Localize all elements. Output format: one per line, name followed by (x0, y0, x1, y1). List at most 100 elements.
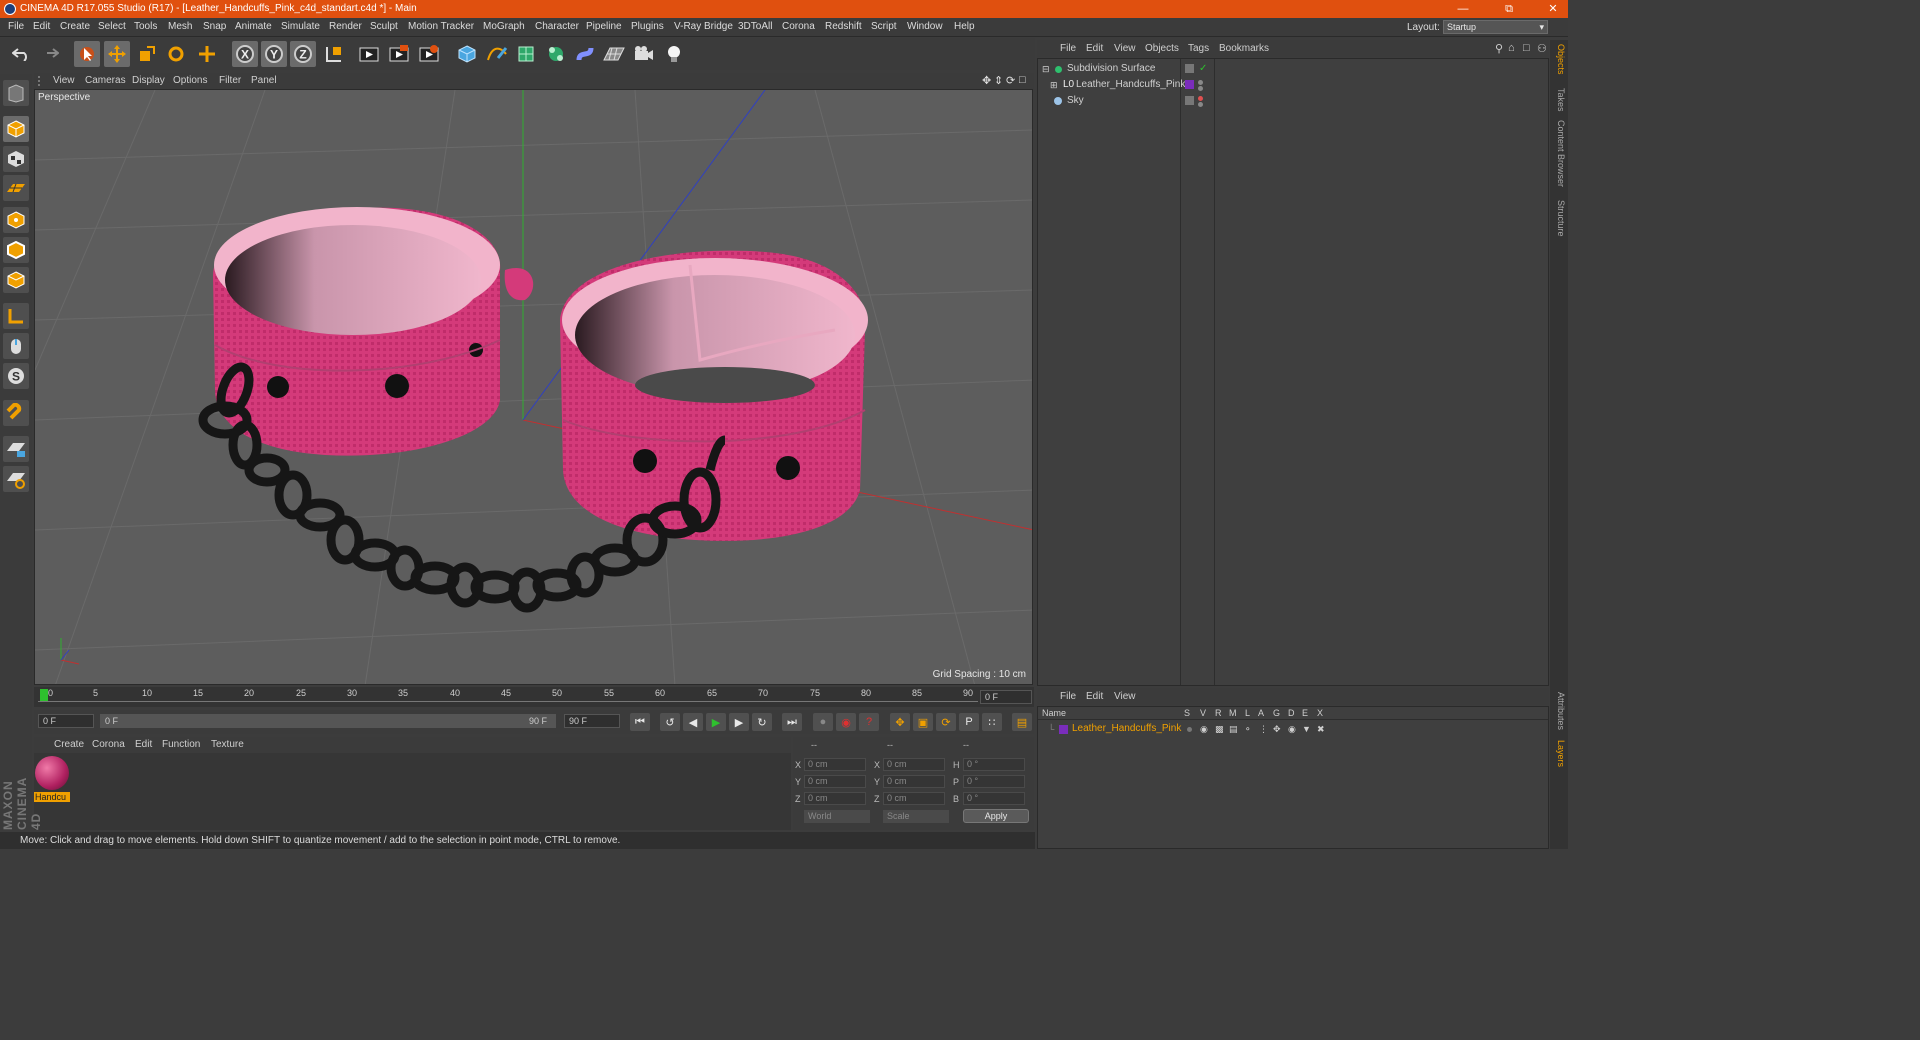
menu-snap[interactable]: Snap (203, 21, 226, 32)
layer-menu-file[interactable]: File (1060, 691, 1076, 702)
render-view-button[interactable] (356, 41, 382, 67)
rotate-tool-button[interactable] (163, 41, 189, 67)
layer-color-icon[interactable] (1059, 725, 1068, 734)
new-view-icon[interactable]: □ (1523, 42, 1530, 54)
object-menu-tags[interactable]: Tags (1188, 43, 1209, 54)
model-mode-button[interactable] (3, 116, 29, 142)
select-tool-button[interactable] (74, 41, 100, 67)
viewport-menu-cameras[interactable]: Cameras (85, 75, 126, 86)
workplane-mode-button[interactable] (3, 175, 29, 201)
viewport-move-icon[interactable]: ✥ (982, 74, 991, 87)
eye-icon[interactable]: ◉ (1200, 721, 1208, 737)
manager-icon[interactable]: ▤ (1229, 721, 1238, 737)
current-frame-field[interactable]: 0 F (980, 690, 1032, 704)
points-mode-button[interactable] (3, 207, 29, 233)
key-parameter-button[interactable]: P (959, 713, 979, 731)
apply-button[interactable]: Apply (963, 809, 1029, 823)
xref-icon[interactable]: ✖ (1317, 721, 1325, 737)
rotation-p-field[interactable]: 0 ° (963, 775, 1025, 788)
render-icon[interactable]: ▩ (1215, 721, 1224, 737)
go-to-end-button[interactable]: ⏭ (782, 713, 802, 731)
3d-viewport[interactable]: Perspective Grid Spacing: 10 cm (34, 89, 1033, 685)
viewport-menu-display[interactable]: Display (132, 75, 165, 86)
key-scale-button[interactable]: ▣ (913, 713, 933, 731)
expression-icon[interactable]: ▼ (1302, 721, 1311, 737)
animation-icon[interactable]: ⋮ (1259, 721, 1268, 737)
object-row-sky[interactable]: Sky (1038, 93, 1548, 109)
layer-name[interactable]: Leather_Handcuffs_Pink (1072, 721, 1181, 737)
menu-help[interactable]: Help (954, 21, 975, 32)
render-picture-viewer-button[interactable] (386, 41, 412, 67)
record-keyframe-button[interactable]: ● (813, 713, 833, 731)
lock-icon[interactable]: ⚬ (1244, 721, 1252, 737)
menu-character[interactable]: Character (535, 21, 579, 32)
rotation-b-field[interactable]: 0 ° (963, 792, 1025, 805)
size-mode-dropdown[interactable]: Scale (883, 810, 949, 823)
menu-motion-tracker[interactable]: Motion Tracker (408, 21, 474, 32)
viewport-zoom-icon[interactable]: ⇕ (994, 74, 1003, 87)
menu-render[interactable]: Render (329, 21, 362, 32)
previous-frame-button[interactable]: ◀ (683, 713, 703, 731)
axis-mode-button[interactable] (3, 303, 29, 329)
object-menu-file[interactable]: File (1060, 43, 1076, 54)
playhead[interactable] (40, 689, 48, 701)
editor-visibility-icon[interactable] (1185, 96, 1194, 105)
lock-icon[interactable]: ⚇ (1537, 42, 1547, 55)
object-row-subdivision-surface[interactable]: ⊟ Subdivision Surface ✓ (1038, 61, 1548, 77)
tab-layers[interactable]: Layers (1552, 740, 1566, 767)
spline-pen-button[interactable] (484, 41, 510, 67)
object-menu-objects[interactable]: Objects (1145, 43, 1179, 54)
viewport-menu-view[interactable]: View (53, 75, 75, 86)
rotation-h-field[interactable]: 0 ° (963, 758, 1025, 771)
object-menu-bookmarks[interactable]: Bookmarks (1219, 43, 1269, 54)
camera-button[interactable] (631, 41, 657, 67)
z-axis-button[interactable]: Z (290, 41, 316, 67)
menu-3dtoall[interactable]: 3DToAll (738, 21, 772, 32)
scale-tool-button[interactable] (134, 41, 160, 67)
timeline-ruler[interactable]: 0 5 10 15 20 25 30 35 40 45 50 55 60 65 … (34, 687, 1034, 707)
maximize-button[interactable]: ⧉ (1494, 0, 1524, 18)
menu-file[interactable]: File (8, 21, 24, 32)
menu-window[interactable]: Window (907, 21, 943, 32)
layer-row[interactable]: └ Leather_Handcuffs_Pink ◉ ▩ ▤ ⚬ ⋮ ✥ ◉ ▼… (1038, 721, 1548, 737)
layer-color-icon[interactable] (1185, 80, 1194, 89)
size-z-field[interactable]: 0 cm (883, 792, 945, 805)
tab-structure[interactable]: Structure (1552, 200, 1566, 237)
menu-mesh[interactable]: Mesh (168, 21, 192, 32)
auto-keyframe-button[interactable]: ◉ (836, 713, 856, 731)
undo-button[interactable] (8, 41, 34, 67)
layout-dropdown[interactable]: Startup ▾ (1443, 20, 1548, 34)
tab-takes[interactable]: Takes (1552, 88, 1566, 112)
object-menu-view[interactable]: View (1114, 43, 1136, 54)
tweak-mode-button[interactable] (3, 333, 29, 359)
menu-select[interactable]: Select (98, 21, 126, 32)
end-frame-field[interactable]: 90 F (564, 714, 620, 728)
y-axis-button[interactable]: Y (261, 41, 287, 67)
layer-menu-view[interactable]: View (1114, 691, 1136, 702)
material-menu-function[interactable]: Function (162, 739, 200, 750)
menu-redshift[interactable]: Redshift (825, 21, 862, 32)
planar-workplane-button[interactable] (3, 466, 29, 492)
lock-workplane-button[interactable] (3, 436, 29, 462)
viewport-menu-filter[interactable]: Filter (219, 75, 241, 86)
menu-pipeline[interactable]: Pipeline (586, 21, 622, 32)
position-z-field[interactable]: 0 cm (804, 792, 866, 805)
menu-vray-bridge[interactable]: V-Ray Bridge (674, 21, 733, 32)
render-dot-icon[interactable] (1198, 102, 1203, 107)
close-button[interactable]: ✕ (1538, 0, 1568, 18)
coordinate-system-button[interactable] (321, 41, 347, 67)
menu-edit[interactable]: Edit (33, 21, 50, 32)
timeline-window-button[interactable]: ▤ (1012, 713, 1032, 731)
next-frame-button[interactable]: ▶ (729, 713, 749, 731)
size-x-field[interactable]: 0 cm (883, 758, 945, 771)
menu-plugins[interactable]: Plugins (631, 21, 664, 32)
menu-sculpt[interactable]: Sculpt (370, 21, 398, 32)
search-icon[interactable]: ⚲ (1495, 42, 1503, 55)
viewport-maximize-icon[interactable]: □ (1019, 74, 1026, 86)
keyframe-selection-button[interactable]: ? (859, 713, 879, 731)
menu-mograph[interactable]: MoGraph (483, 21, 525, 32)
cube-primitive-button[interactable] (454, 41, 480, 67)
move-tool-button[interactable] (104, 41, 130, 67)
cloner-button[interactable] (543, 41, 569, 67)
menu-script[interactable]: Script (871, 21, 897, 32)
